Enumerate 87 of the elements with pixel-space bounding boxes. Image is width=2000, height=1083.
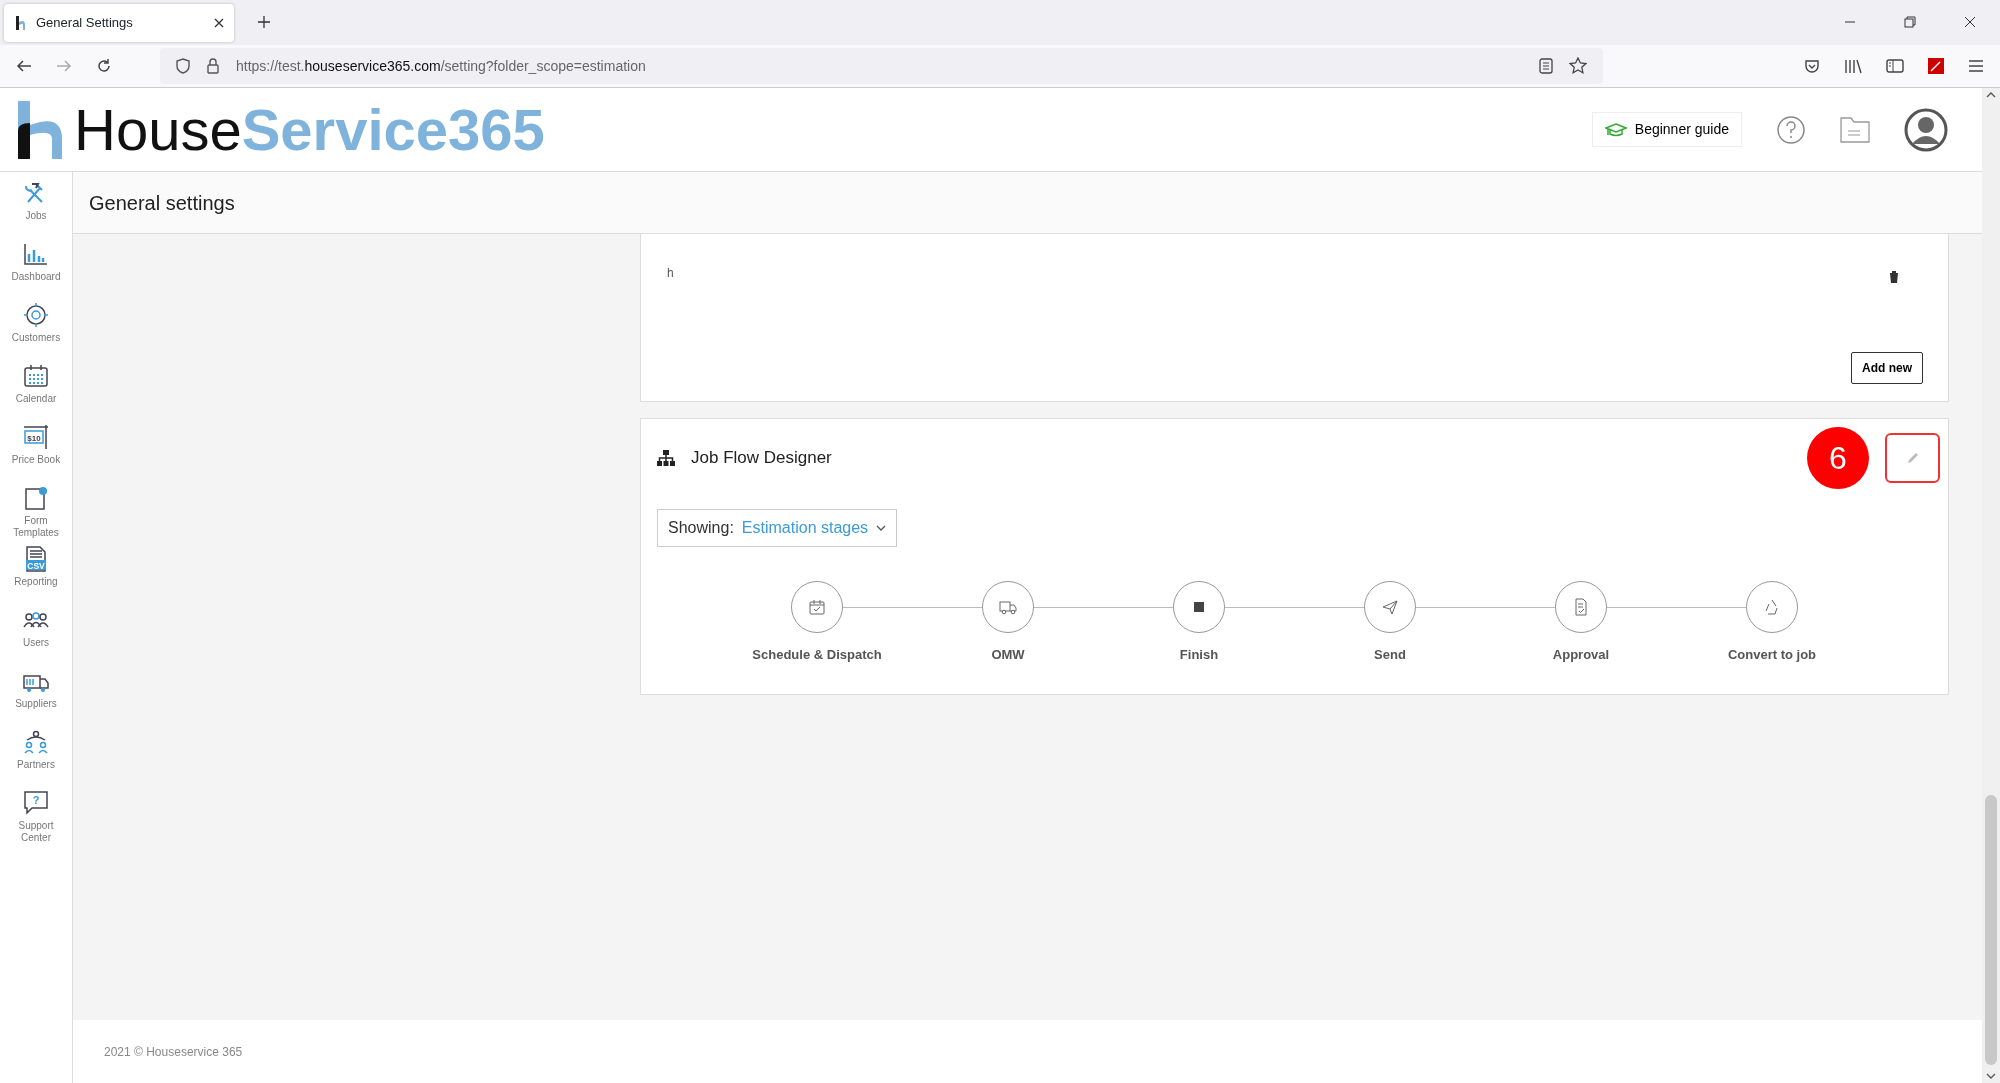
icon-label: CSV <box>27 560 45 571</box>
sidebar-label: Calendar <box>15 393 57 405</box>
reload-icon[interactable] <box>96 58 112 74</box>
sidebar-item[interactable]: Jobs <box>22 180 50 237</box>
showing-dropdown[interactable]: Showing: Estimation stages <box>657 509 898 547</box>
target-icon <box>22 302 50 328</box>
trash-icon[interactable] <box>1888 270 1900 284</box>
stage-node[interactable] <box>1555 581 1607 633</box>
step-number-marker: 6 <box>1807 427 1869 489</box>
calendar-check-icon <box>808 598 826 616</box>
calendar-icon <box>22 363 50 389</box>
add-new-button[interactable]: Add new <box>1851 352 1923 384</box>
icon-label: ? <box>32 794 40 806</box>
truck-icon <box>999 598 1017 616</box>
document-check-icon <box>1572 598 1590 616</box>
stage-node[interactable] <box>982 581 1034 633</box>
beginner-guide-button[interactable]: Beginner guide <box>1591 112 1742 147</box>
stage-label: Schedule & Dispatch <box>752 646 882 664</box>
document-icon <box>22 485 50 511</box>
people-icon <box>22 729 50 755</box>
stage-label: Approval <box>1552 646 1610 664</box>
star-icon[interactable] <box>1569 57 1587 75</box>
avatar-icon[interactable] <box>1904 107 1948 152</box>
stage-label: Finish <box>1179 646 1219 664</box>
close-window-icon[interactable] <box>1964 16 1976 28</box>
scroll-up-icon[interactable] <box>1986 92 1996 98</box>
sidebar-label: Reporting <box>14 576 58 588</box>
sidebar-item[interactable]: Suppliers <box>15 668 57 725</box>
entry-text: h <box>667 265 674 282</box>
stage-label: OMW <box>991 646 1025 664</box>
edit-button[interactable] <box>1885 433 1940 483</box>
scroll-down-icon[interactable] <box>1986 1073 1996 1079</box>
footer-text: 2021 © Houseservice 365 <box>104 1043 243 1061</box>
pencil-icon <box>1906 452 1919 464</box>
pocket-icon[interactable] <box>1804 58 1820 74</box>
logo[interactable]: HouseService365 <box>16 100 545 159</box>
sidebar-item[interactable]: Users <box>22 607 50 664</box>
menu-icon[interactable] <box>1968 59 1984 73</box>
stage-node[interactable] <box>791 581 843 633</box>
close-icon[interactable] <box>214 18 224 28</box>
sidebar-label: Dashboard <box>11 271 61 283</box>
paper-plane-icon <box>1381 598 1399 616</box>
card-title: Job Flow Designer <box>691 447 832 470</box>
restore-icon[interactable] <box>1904 16 1916 28</box>
stage-node[interactable] <box>1746 581 1798 633</box>
icon-label: $10 <box>27 433 41 443</box>
stage-node[interactable] <box>1364 581 1416 633</box>
sidebar-label: Suppliers <box>15 698 57 710</box>
sidebar-item[interactable]: $10 Price Book <box>11 424 61 481</box>
library-icon[interactable] <box>1844 58 1862 74</box>
sidebar-item[interactable]: Dashboard <box>11 241 61 298</box>
stage-label: Send <box>1374 646 1406 664</box>
sidebar-label: Customers <box>11 332 61 344</box>
scroll-thumb[interactable] <box>1985 795 1997 1065</box>
scrollbar[interactable] <box>1982 88 2000 1083</box>
sidebar-icon[interactable] <box>1886 58 1904 74</box>
extension-icon[interactable] <box>1928 58 1944 74</box>
sidebar-label: Price Book <box>11 454 61 466</box>
sidebar-item[interactable]: Partners <box>17 729 55 786</box>
price-sign-icon <box>23 424 49 450</box>
stage-label: Convert to job <box>1727 646 1817 664</box>
recycle-icon <box>1763 598 1781 616</box>
sidebar-label: Jobs <box>25 210 47 222</box>
reader-view-icon[interactable] <box>1539 58 1553 74</box>
sidebar-item[interactable]: Form Templates <box>6 485 66 542</box>
sidebar-item[interactable]: Calendar <box>15 363 57 420</box>
sidebar-item[interactable]: Customers <box>11 302 61 359</box>
speech-bubble-icon <box>24 791 48 815</box>
sidebar-label: Partners <box>17 759 55 771</box>
stage-node[interactable] <box>1173 581 1225 633</box>
graduation-cap-icon <box>1604 122 1627 137</box>
shield-icon <box>176 58 190 74</box>
lock-icon <box>206 58 220 74</box>
sidebar-item[interactable]: CSV Reporting <box>14 546 58 603</box>
new-tab-icon[interactable] <box>258 16 270 28</box>
help-icon[interactable] <box>1776 114 1806 145</box>
caret-icon <box>876 525 887 531</box>
spreadsheet-file-icon <box>26 546 46 572</box>
bar-chart-icon <box>22 241 50 267</box>
hierarchy-icon <box>657 450 675 466</box>
back-icon[interactable] <box>16 59 32 73</box>
sidebar-item[interactable]: ? Support Center <box>6 790 66 847</box>
sidebar-label: Support Center <box>17 820 55 843</box>
favicon-icon <box>14 15 28 31</box>
page-title: General settings <box>89 190 235 216</box>
sidebar-label: Form Templates <box>12 515 60 538</box>
sidebar-label: Users <box>22 637 50 649</box>
